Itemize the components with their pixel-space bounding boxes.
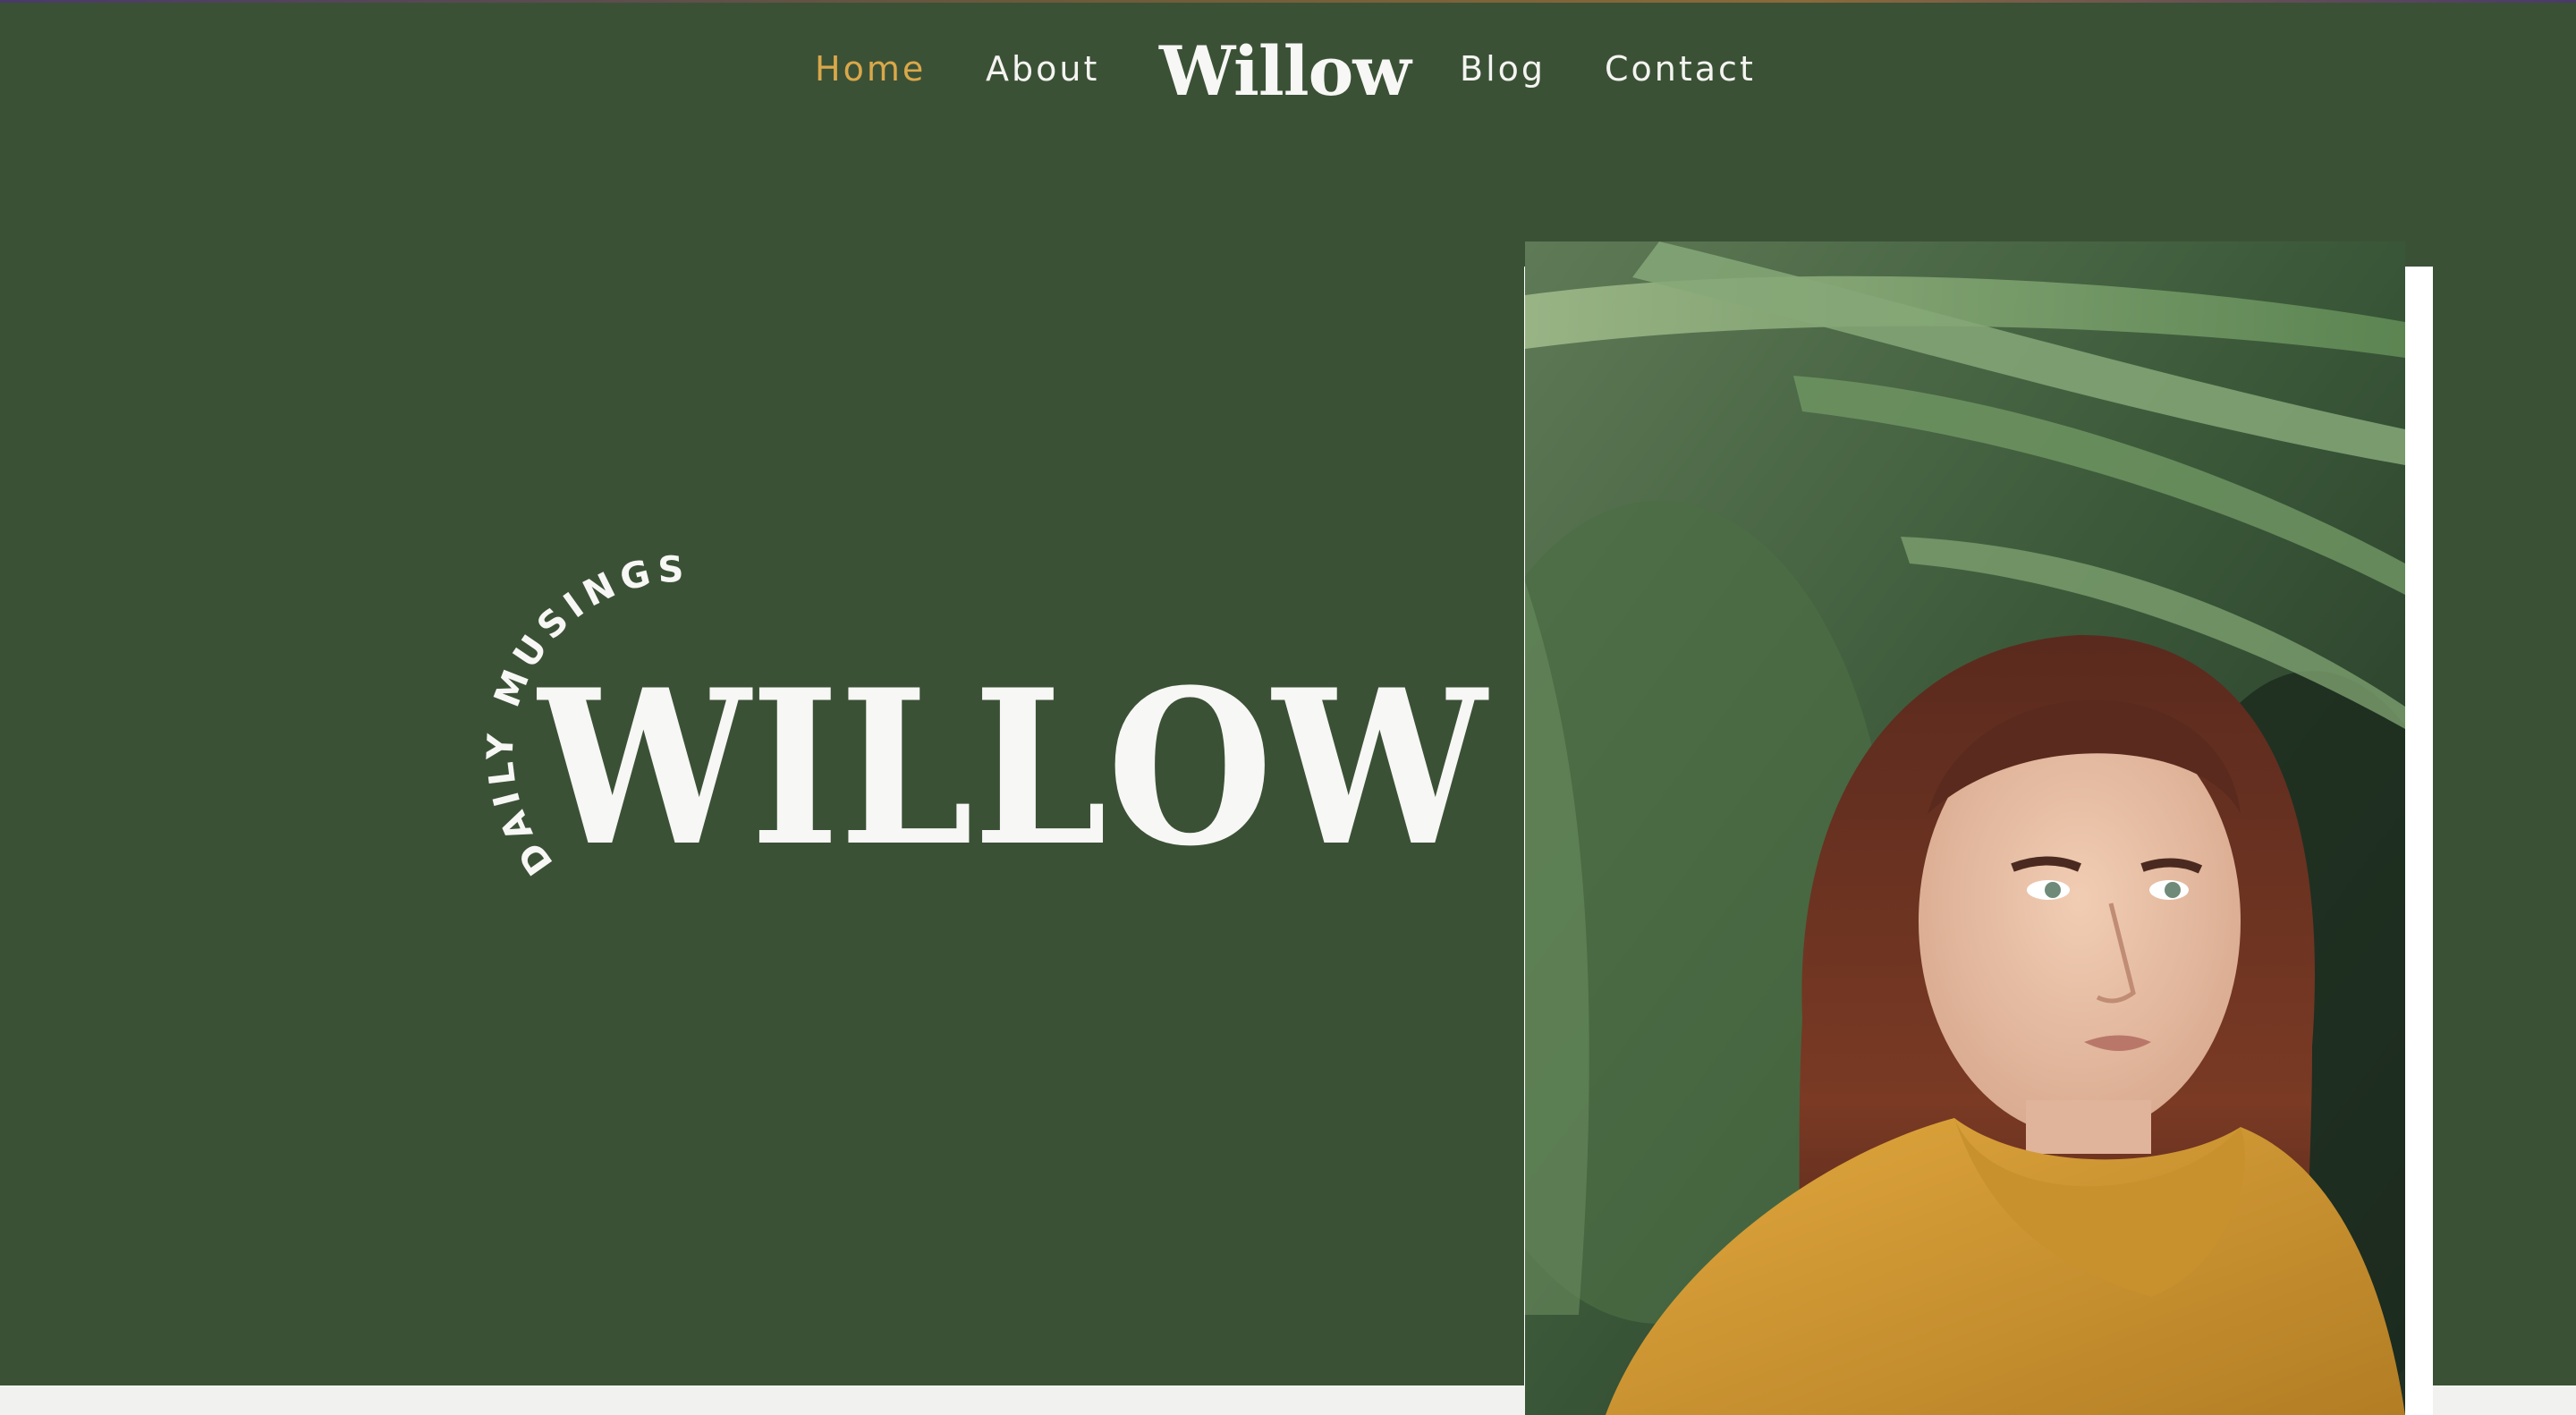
hero-portrait-photo [1525, 241, 2405, 1415]
nav-contact-link[interactable]: Contact [1605, 52, 1756, 86]
nav-blog-link[interactable]: Blog [1460, 52, 1546, 86]
site-logo[interactable]: Willow [1159, 38, 1411, 106]
hero-title-text: WILLOW [537, 664, 1489, 869]
page: Home About Willow Blog Contact DAILY MUS… [0, 0, 2576, 1415]
section-divider-strip-right [2433, 1385, 2576, 1415]
section-divider-strip [0, 1385, 1525, 1415]
main-navigation: Home About Willow Blog Contact [0, 0, 2576, 154]
portrait-illustration [1525, 241, 2405, 1415]
nav-home-link[interactable]: Home [815, 52, 926, 86]
nav-about-link[interactable]: About [986, 52, 1099, 86]
hero-title: WILLOW [537, 664, 1489, 869]
